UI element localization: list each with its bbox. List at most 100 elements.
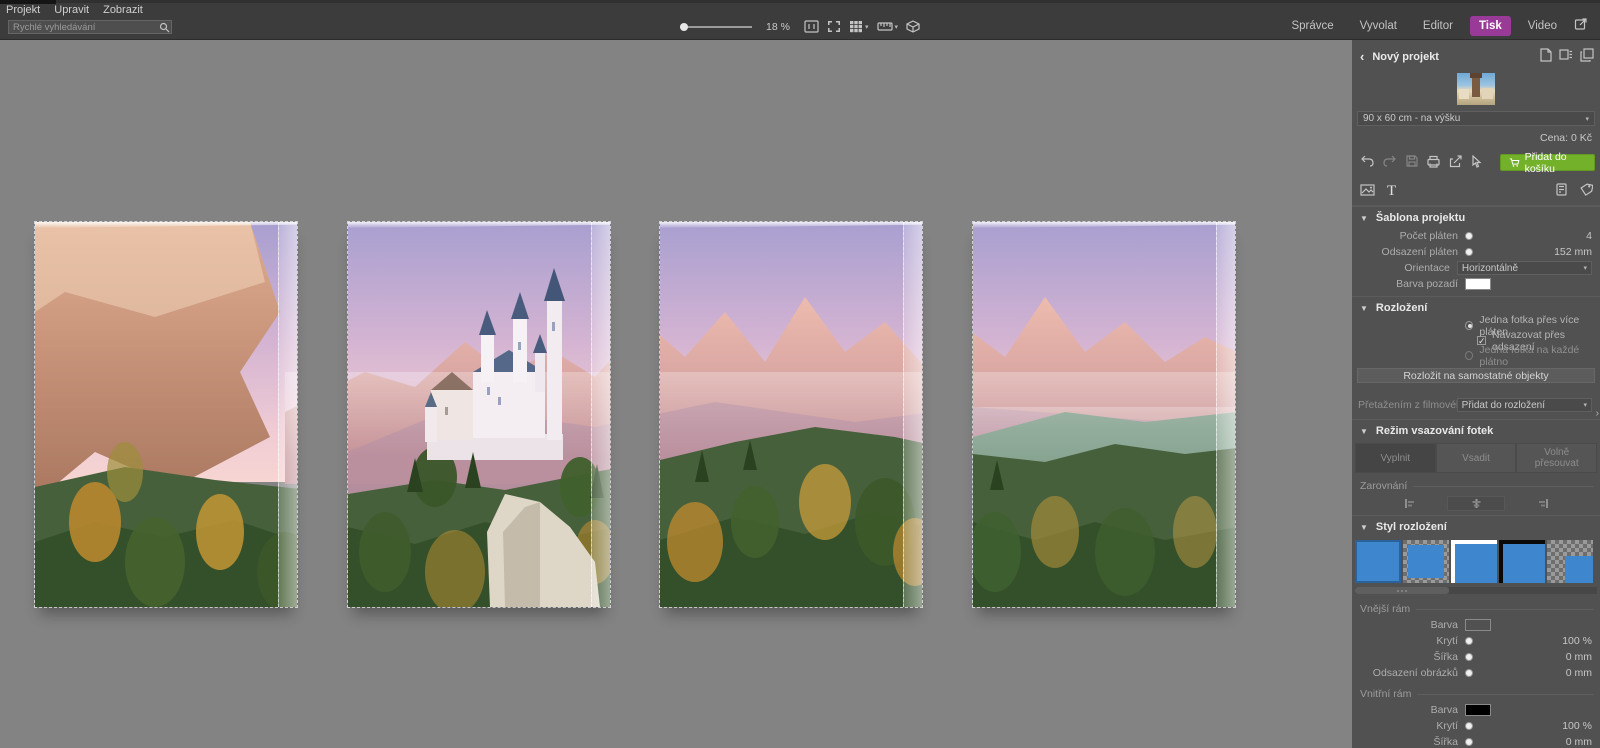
style-black-frame[interactable] [1499,540,1545,583]
menu-zobrazit[interactable]: Zobrazit [103,4,143,16]
canvas-panel-3[interactable] [660,222,922,607]
insert-text-icon[interactable]: T [1387,185,1396,197]
radio-icon[interactable] [1465,351,1473,360]
style-scrollbar-thumb[interactable] [1355,587,1449,594]
fit-mode-fit-button[interactable]: Vsadit [1436,443,1517,473]
fit-to-screen-icon[interactable] [827,20,841,33]
search-input[interactable] [9,22,157,33]
row-inner-kryti: Krytí 100 % [1352,718,1600,734]
window-top-strip [0,0,1600,3]
canvas-panel-2[interactable] [348,222,610,607]
slider-handle[interactable] [1465,637,1473,645]
radio-one-photo-each[interactable]: Jedna fotka na každé plátno [1352,348,1600,363]
collapse-triangle-icon[interactable]: ▼ [1360,427,1368,436]
insert-image-icon[interactable] [1360,184,1375,199]
canvas-side-edge [591,222,610,607]
project-properties-icon[interactable] [1559,48,1573,65]
slider-handle[interactable] [1465,248,1473,256]
tab-video[interactable]: Video [1519,16,1566,36]
slider-handle[interactable] [1465,722,1473,730]
fit-mode-free-button[interactable]: Volně přesouvat [1516,443,1597,473]
row-value: 0 mm [1549,736,1592,748]
row-label: Barva pozadí [1357,278,1465,290]
zoom-value: 18 % [766,21,796,33]
save-icon[interactable] [1406,155,1418,170]
canvas-panel-4[interactable] [973,222,1235,607]
canvas-size-value: 90 x 60 cm - na výšku [1363,113,1585,124]
row-orientace: Orientace Horizontálně ▾ [1352,260,1600,276]
outer-frame-sublabel: Vnější rám [1352,600,1600,617]
grid-dropdown-arrow[interactable]: ▾ [865,23,869,31]
price-tag-icon[interactable] [1580,183,1593,199]
share-export-icon[interactable] [1449,155,1462,171]
background-color-swatch[interactable] [1465,278,1491,290]
row-drag-from-filmstrip: Přetažením z filmovéh... Přidat do rozlo… [1352,397,1600,413]
print-icon[interactable] [1427,155,1440,171]
slider-handle[interactable] [1465,738,1473,746]
drag-action-select[interactable]: Přidat do rozložení ▾ [1457,398,1592,412]
external-window-icon[interactable] [1574,17,1588,36]
grid-view-icon[interactable]: ▾ [849,20,869,33]
print-preview-canvas[interactable] [0,40,1352,748]
back-chevron-icon[interactable]: ‹ [1360,49,1364,64]
chevron-down-icon: ▾ [1585,115,1589,123]
price-calculation-icon[interactable] [1555,183,1568,199]
style-offset[interactable] [1547,540,1593,583]
style-white-frame[interactable] [1451,540,1497,583]
slider-handle[interactable] [1465,232,1473,240]
slider-handle[interactable] [1465,669,1473,677]
section-sablona-projektu[interactable]: ▼ Šablona projektu [1352,206,1600,228]
canvas-size-select[interactable]: 90 x 60 cm - na výšku ▾ [1357,111,1595,126]
section-title: Šablona projektu [1376,212,1465,224]
search-icon[interactable] [157,22,171,33]
zoom-slider[interactable] [680,22,752,32]
outer-frame-color-swatch[interactable] [1465,619,1491,631]
ruler-dropdown-arrow[interactable]: ▾ [895,23,899,31]
tab-editor[interactable]: Editor [1414,16,1462,36]
quick-search [8,20,172,34]
project-thumbnail[interactable] [1457,73,1495,105]
align-center-button[interactable] [1447,496,1505,511]
section-rezim-vsazovani[interactable]: ▼ Režim vsazování fotek [1352,419,1600,441]
collapse-triangle-icon[interactable]: ▼ [1360,214,1368,223]
tab-spravce[interactable]: Správce [1282,16,1342,36]
inner-frame-color-swatch[interactable] [1465,704,1491,716]
style-margin[interactable] [1403,540,1449,583]
style-plain[interactable] [1355,540,1401,583]
new-project-icon[interactable] [1540,48,1552,65]
section-styl-rozlozeni[interactable]: ▼ Styl rozložení [1352,515,1600,537]
row-label: Orientace [1357,262,1457,274]
transform-pointer-icon[interactable] [1471,155,1482,171]
canvas-panel-1[interactable] [35,222,297,607]
zoom-1to1-icon[interactable] [804,20,819,33]
menu-projekt[interactable]: Projekt [6,4,40,16]
slider-handle[interactable] [1465,653,1473,661]
align-left-button[interactable] [1380,496,1438,511]
row-label: Krytí [1357,635,1465,647]
menu-upravit[interactable]: Upravit [54,4,89,16]
align-right-button[interactable] [1514,496,1572,511]
redo-icon[interactable] [1383,155,1397,170]
fit-mode-fill-button[interactable]: Vyplnit [1355,443,1436,473]
tab-vyvolat[interactable]: Vyvolat [1351,16,1406,36]
zoom-controls: 18 % ▾ ▾ [680,20,920,33]
row-outer-kryti: Krytí 100 % [1352,633,1600,649]
panel-expander-chevron[interactable]: › [1596,408,1599,419]
collapse-triangle-icon[interactable]: ▼ [1360,304,1368,313]
row-value: 4 [1549,230,1592,242]
undo-icon[interactable] [1360,155,1374,170]
row-label: Šířka [1357,736,1465,748]
orientace-select[interactable]: Horizontálně ▾ [1457,261,1592,275]
style-scrollbar[interactable] [1355,587,1597,594]
row-label: Odsazení pláten [1357,246,1465,258]
zoom-slider-handle[interactable] [680,23,688,31]
ruler-units-icon[interactable]: ▾ [877,21,899,32]
row-outer-barva: Barva [1352,617,1600,633]
collapse-triangle-icon[interactable]: ▼ [1360,523,1368,532]
add-to-cart-button[interactable]: Přidat do košíku [1500,154,1595,171]
preview-3d-icon[interactable] [906,20,920,33]
radio-icon[interactable] [1465,321,1473,330]
tab-tisk[interactable]: Tisk [1470,16,1511,36]
split-to-objects-button[interactable]: Rozložit na samostatné objekty [1357,368,1595,383]
duplicate-project-icon[interactable] [1580,48,1594,65]
